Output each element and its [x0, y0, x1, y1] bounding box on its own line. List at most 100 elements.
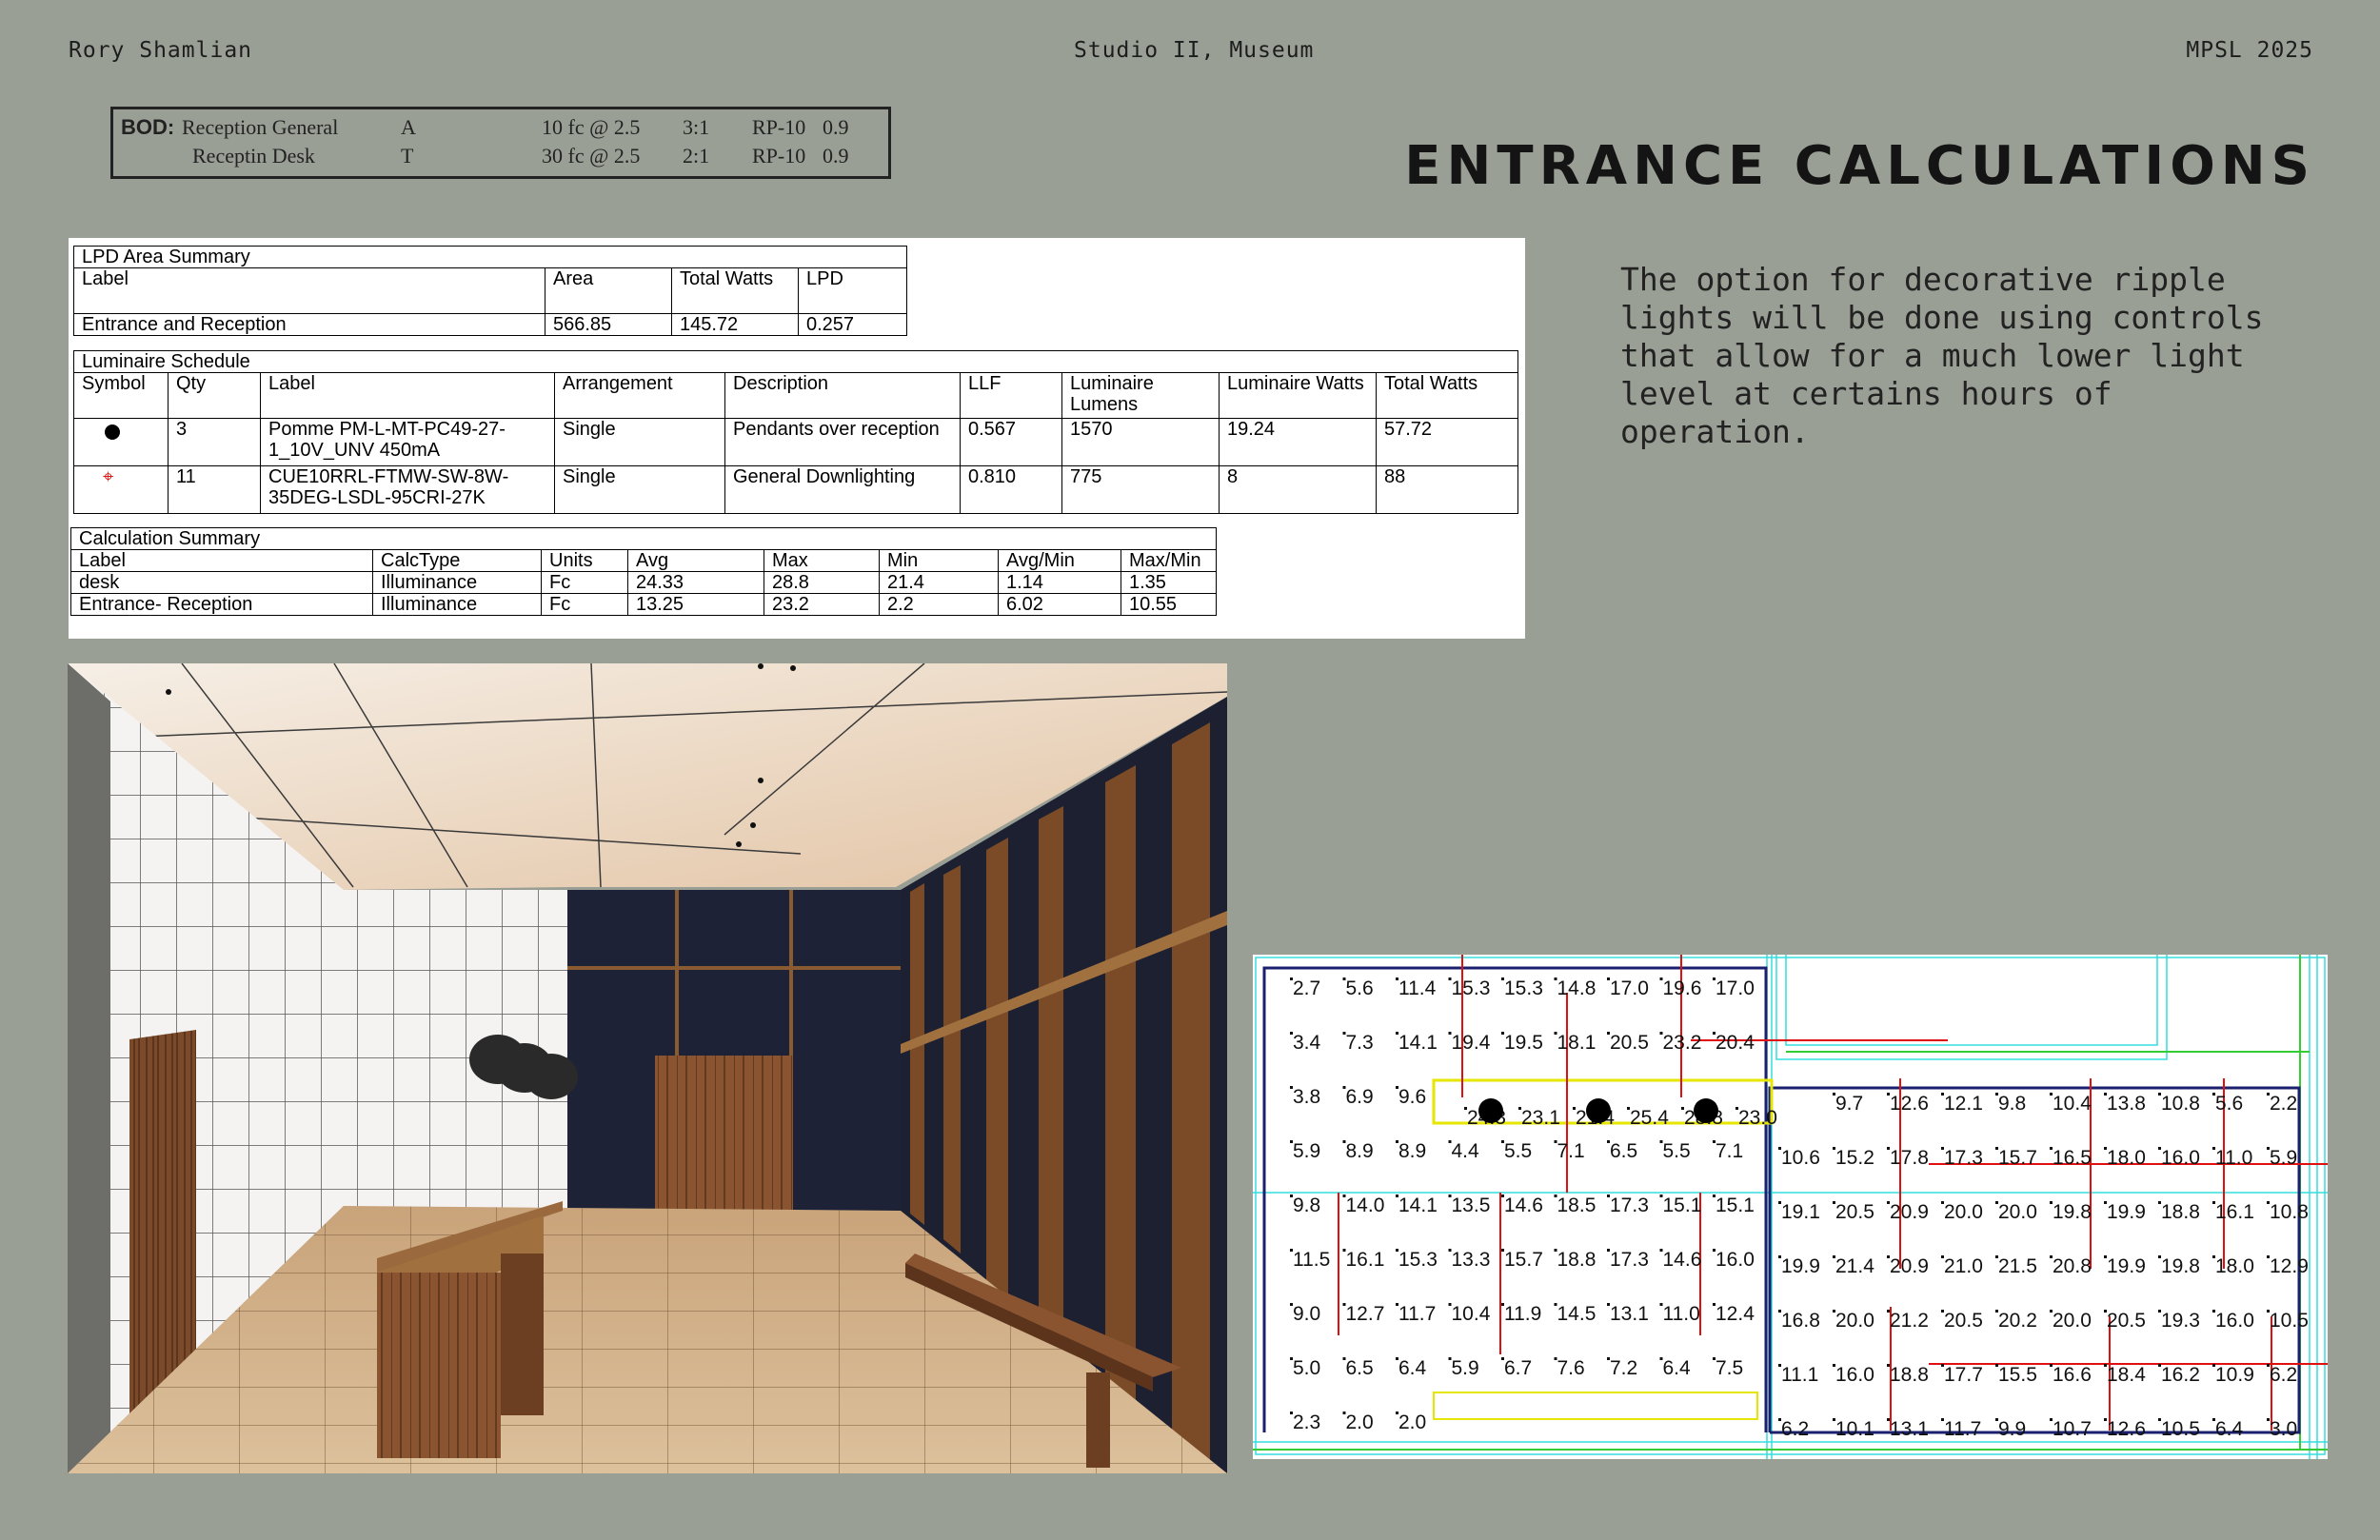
- illuminance-value: 14.5: [1557, 1303, 1597, 1325]
- illuminance-value: 3.8: [1293, 1086, 1320, 1108]
- bod-ref: RP-10: [752, 115, 806, 139]
- illuminance-value: 11.5: [1293, 1249, 1330, 1271]
- schedule-header: Arrangement: [554, 372, 725, 419]
- schedule-cell: Single: [554, 465, 725, 514]
- bod-ref: RP-10: [752, 144, 806, 168]
- illuminance-value: 9.8: [1998, 1093, 2026, 1115]
- course-name: Studio II, Museum: [1074, 38, 1315, 63]
- illuminance-value: 20.0: [2053, 1310, 2092, 1332]
- schedule-header: Luminaire Lumens: [1061, 372, 1220, 419]
- illuminance-value: 16.1: [1346, 1249, 1385, 1271]
- illuminance-value: 2.0: [1346, 1412, 1374, 1433]
- illuminance-value: 18.1: [1557, 1032, 1597, 1054]
- schedule-cell: Pendants over reception: [724, 418, 961, 466]
- calc-cell: 28.8: [764, 571, 880, 594]
- calc-cell: Fc: [541, 593, 628, 616]
- bod-ratio: 3:1: [683, 115, 710, 139]
- illuminance-value: 19.9: [2107, 1255, 2146, 1277]
- illuminance-value: 20.0: [1944, 1201, 1983, 1223]
- illuminance-value: 11.7: [1944, 1418, 1981, 1440]
- lpd-header: LPD: [798, 267, 907, 314]
- illuminance-value: 17.3: [1610, 1249, 1649, 1271]
- author-name: Rory Shamlian: [69, 38, 253, 63]
- calc-cell: 23.2: [764, 593, 880, 616]
- schedule-header: Qty: [168, 372, 261, 419]
- illuminance-value: 20.0: [1835, 1310, 1874, 1332]
- illuminance-value: 14.8: [1557, 977, 1597, 999]
- schedule-header: Symbol: [73, 372, 169, 419]
- calc-cell: 21.4: [879, 571, 999, 594]
- entrance-render-image: [68, 663, 1227, 1473]
- illuminance-value: 10.8: [2270, 1201, 2309, 1223]
- illuminance-value: 20.8: [2053, 1255, 2092, 1277]
- illuminance-value: 21.2: [1890, 1310, 1929, 1332]
- illuminance-value: 21.0: [1944, 1255, 1983, 1277]
- illuminance-value: 11.4: [1398, 977, 1437, 999]
- pendant-symbol-icon: [105, 424, 120, 440]
- illuminance-value: 14.1: [1398, 1194, 1438, 1216]
- bod-ratio: 2:1: [683, 144, 710, 168]
- illuminance-value: 20.5: [1835, 1201, 1874, 1223]
- illuminance-value: 18.5: [1557, 1194, 1597, 1216]
- illuminance-value: 19.9: [2107, 1201, 2146, 1223]
- illuminance-value: 19.8: [2053, 1201, 2092, 1223]
- calc-cell: 2.2: [879, 593, 999, 616]
- bod-cat: A: [401, 115, 416, 139]
- illuminance-value: 15.7: [1998, 1147, 2037, 1169]
- schedule-cell: 19.24: [1219, 418, 1377, 466]
- schedule-cell: 0.567: [960, 418, 1062, 466]
- illuminance-value: 10.9: [2215, 1364, 2254, 1386]
- illuminance-value: 6.7: [1504, 1357, 1532, 1379]
- schedule-cell: Pomme PM-L-MT-PC49-27-1_10V_UNV 450mA: [260, 418, 555, 466]
- illuminance-value: 18.8: [2161, 1201, 2200, 1223]
- illuminance-value: 13.5: [1452, 1194, 1491, 1216]
- bod-val: 0.9: [823, 115, 849, 139]
- description-text: The option for decorative ripple lights …: [1620, 261, 2264, 450]
- illuminance-value: 15.1: [1663, 1194, 1702, 1216]
- lpd-header: Total Watts: [671, 267, 799, 314]
- luminaire-schedule: Luminaire Schedule Symbol Qty Label Arra…: [73, 350, 1518, 514]
- illuminance-value: 18.8: [1890, 1364, 1929, 1386]
- illuminance-value: 2.3: [1293, 1412, 1320, 1433]
- lpd-cell: Entrance and Reception: [73, 313, 545, 336]
- illuminance-value: 6.5: [1346, 1357, 1374, 1379]
- illuminance-value: 13.8: [2107, 1093, 2146, 1115]
- illuminance-value: 12.4: [1716, 1303, 1755, 1325]
- illuminance-value: 19.6: [1663, 977, 1702, 999]
- illuminance-value: 17.7: [1944, 1364, 1983, 1386]
- illuminance-value: 9.0: [1293, 1303, 1320, 1325]
- illuminance-value: 20.5: [1944, 1310, 1983, 1332]
- calc-cell: Entrance- Reception: [70, 593, 373, 616]
- calc-header: Units: [541, 549, 628, 572]
- illuminance-value: 18.0: [2107, 1147, 2146, 1169]
- illuminance-value: 19.4: [1452, 1032, 1491, 1054]
- calc-header: Min: [879, 549, 999, 572]
- illuminance-value: 16.8: [1781, 1310, 1820, 1332]
- illuminance-value: 20.4: [1716, 1032, 1755, 1054]
- illuminance-value: 9.7: [1835, 1093, 1863, 1115]
- calc-cell: 1.14: [998, 571, 1121, 594]
- illuminance-value: 20.5: [1610, 1032, 1649, 1054]
- illuminance-value: 10.5: [2270, 1310, 2309, 1332]
- schedule-cell: General Downlighting: [724, 465, 961, 514]
- illuminance-value: 17.0: [1716, 977, 1755, 999]
- schedule-cell: 57.72: [1376, 418, 1518, 466]
- bod-val: 0.9: [823, 144, 849, 168]
- illuminance-value: 15.1: [1716, 1194, 1755, 1216]
- calc-cell: 6.02: [998, 593, 1121, 616]
- illuminance-value: 11.9: [1504, 1303, 1541, 1325]
- calc-cell: desk: [70, 571, 373, 594]
- lpd-cell: 0.257: [798, 313, 907, 336]
- bod-space: Reception General: [182, 115, 339, 139]
- illuminance-value: 16.0: [1835, 1364, 1874, 1386]
- calc-cell: Illuminance: [372, 571, 542, 594]
- schedule-cell: 3: [168, 418, 261, 466]
- illuminance-value: 10.4: [1452, 1303, 1491, 1325]
- lpd-header: Area: [545, 267, 672, 314]
- illuminance-value: 25.4: [1630, 1107, 1669, 1129]
- illuminance-value: 13.1: [1890, 1418, 1929, 1440]
- illuminance-value: 11.1: [1781, 1364, 1818, 1386]
- lpd-cell: 145.72: [671, 313, 799, 336]
- illuminance-value: 18.4: [2107, 1364, 2146, 1386]
- illuminance-value: 16.0: [1716, 1249, 1755, 1271]
